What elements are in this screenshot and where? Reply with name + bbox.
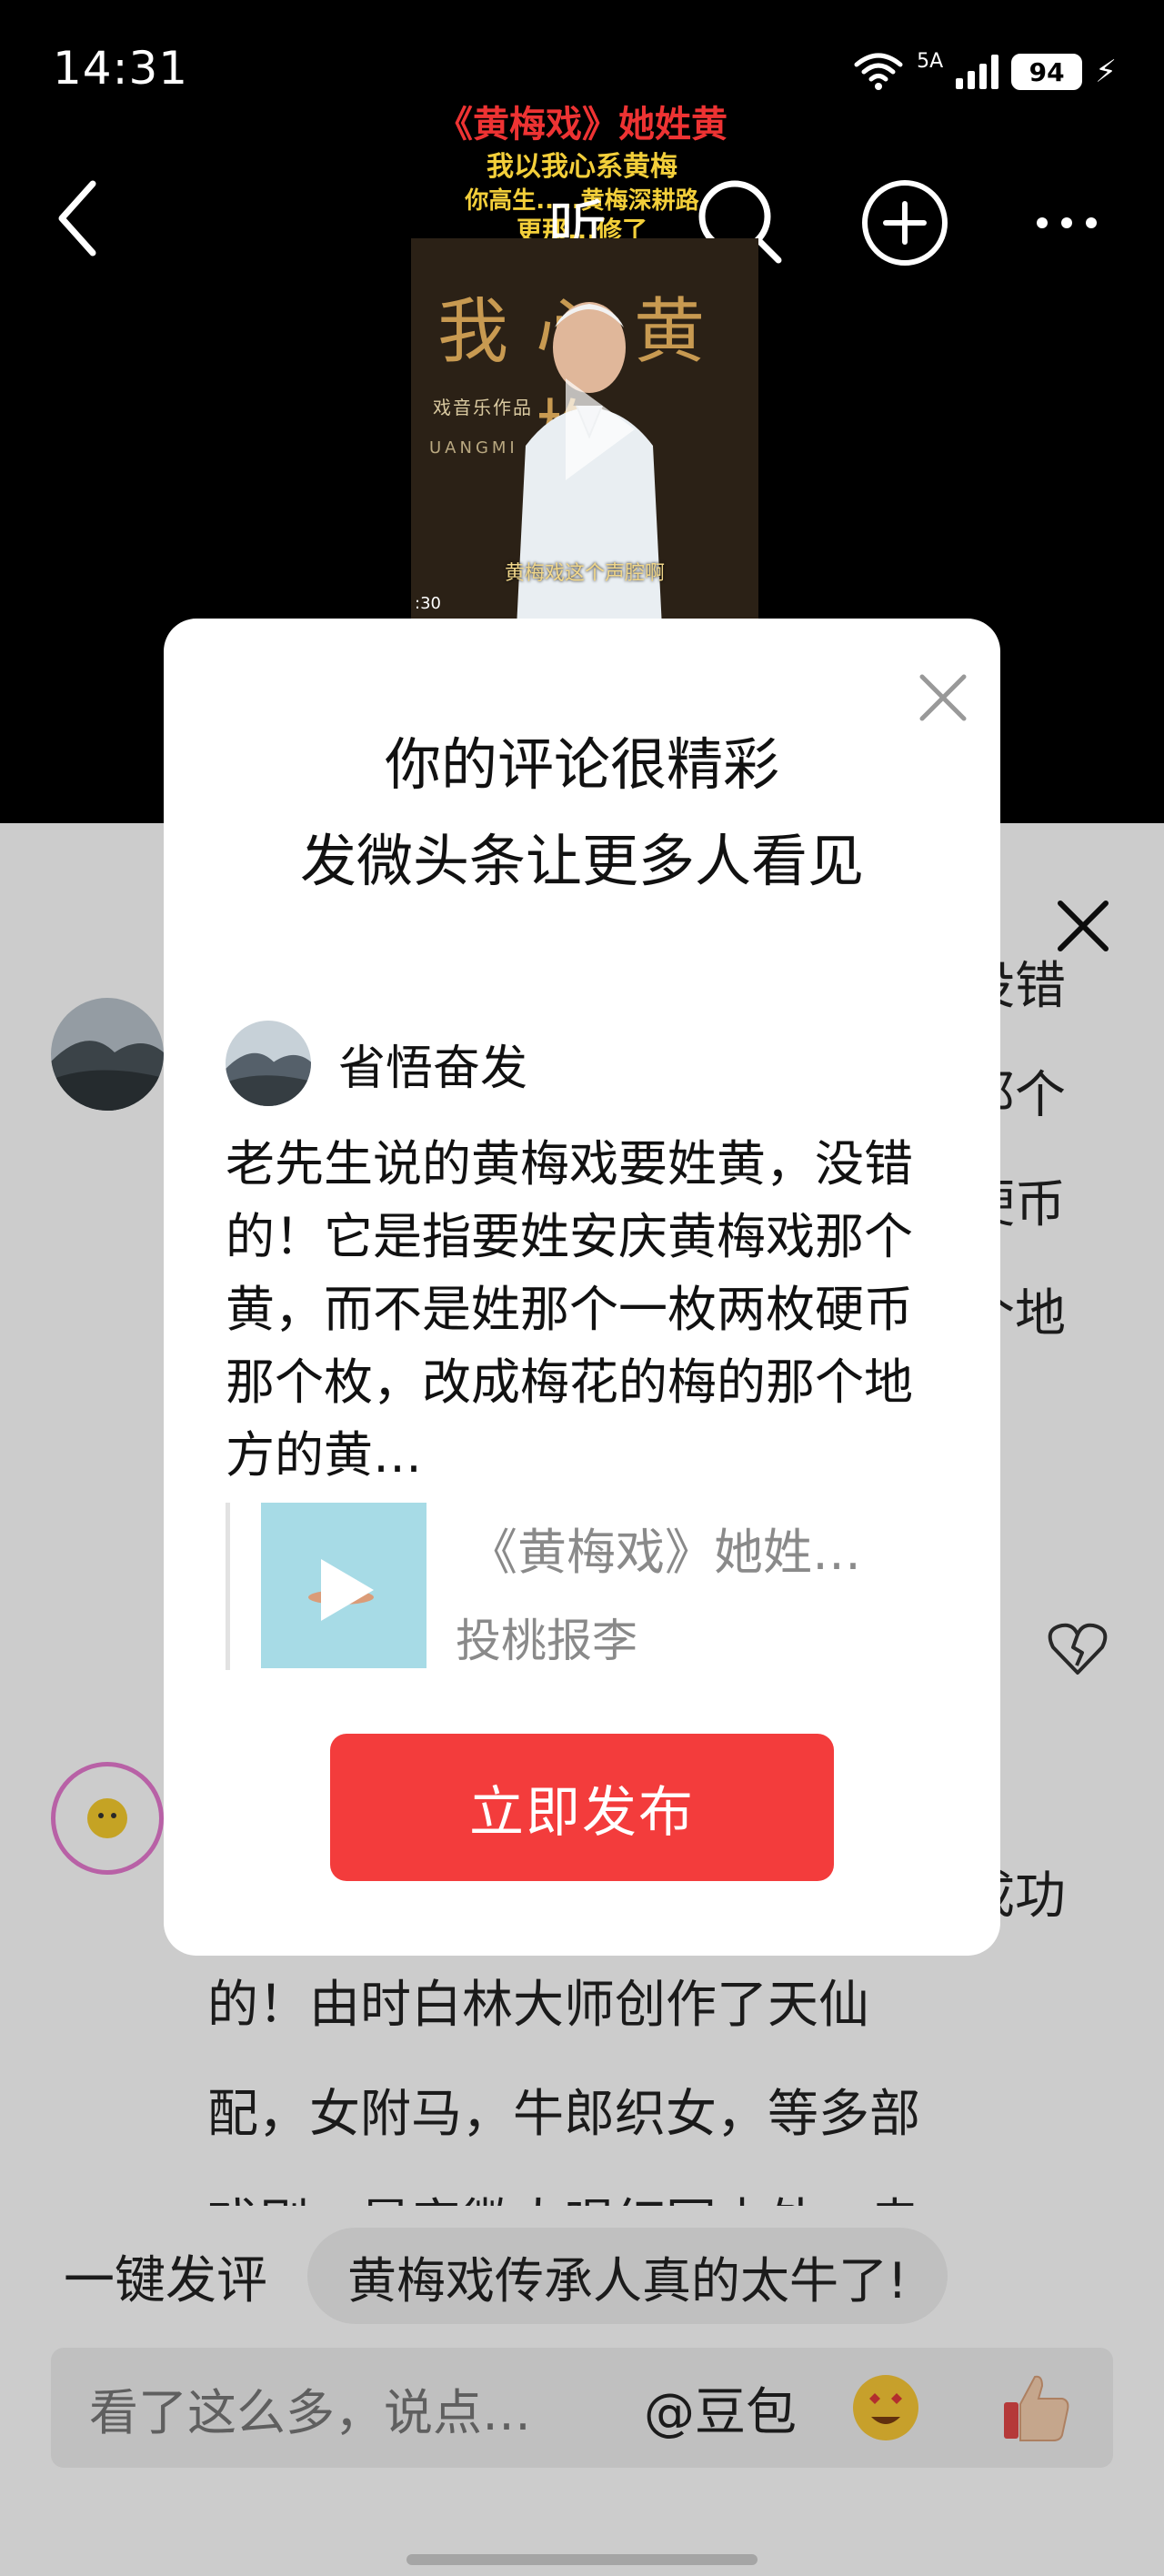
status-time: 14:31 <box>53 42 189 95</box>
video-title: 《黄梅戏》她姓黄 <box>436 104 728 146</box>
play-icon[interactable] <box>547 366 647 493</box>
video-timestamp: :30 <box>415 594 441 613</box>
linked-video-card[interactable]: 《黄梅戏》她姓… 投桃报李 <box>226 1503 944 1670</box>
avatar-mountain-image <box>226 1021 311 1106</box>
battery-level: 94 <box>1011 54 1083 90</box>
wifi-icon <box>854 53 903 90</box>
dialog-subtitle: 发微头条让更多人看见 <box>299 828 864 894</box>
video-caption: 黄梅戏这个声腔啊 <box>504 562 665 585</box>
network-type: 5A <box>917 49 944 73</box>
publish-button[interactable]: 立即发布 <box>330 1734 834 1881</box>
linked-video-author: 投桃报李 <box>456 1615 637 1667</box>
back-arrow-icon[interactable] <box>47 173 111 264</box>
comment-text: 老先生说的黄梅戏要姓黄，没错的！它是指要姓安庆黄梅戏那个黄，而不是姓那个一枚两枚… <box>226 1135 913 1484</box>
play-icon <box>308 1559 374 1621</box>
author-name: 省悟奋发 <box>338 1041 528 1096</box>
video-thumbnail <box>261 1503 426 1668</box>
comment-author: 省悟奋发 <box>226 1021 527 1106</box>
more-icon[interactable] <box>1017 173 1117 273</box>
linked-video-title: 《黄梅戏》她姓… <box>468 1524 861 1581</box>
avatar <box>226 1021 311 1106</box>
charging-icon: ⚡ <box>1095 54 1117 90</box>
video-frame[interactable]: 我心黄梅 戏音乐作品 UANGMI ONCERT 黄梅戏这个声腔啊 :30 <box>411 238 758 620</box>
signal-icon <box>956 55 999 89</box>
status-icons: 5A 94 ⚡ <box>853 45 1117 98</box>
dialog-title: 你的评论很精彩 <box>384 731 779 798</box>
add-icon[interactable] <box>855 173 955 273</box>
share-to-weitoutiao-dialog: 你的评论很精彩 发微头条让更多人看见 省悟奋发 老先生说的黄梅戏要姓黄，没错的！… <box>164 619 1000 1956</box>
